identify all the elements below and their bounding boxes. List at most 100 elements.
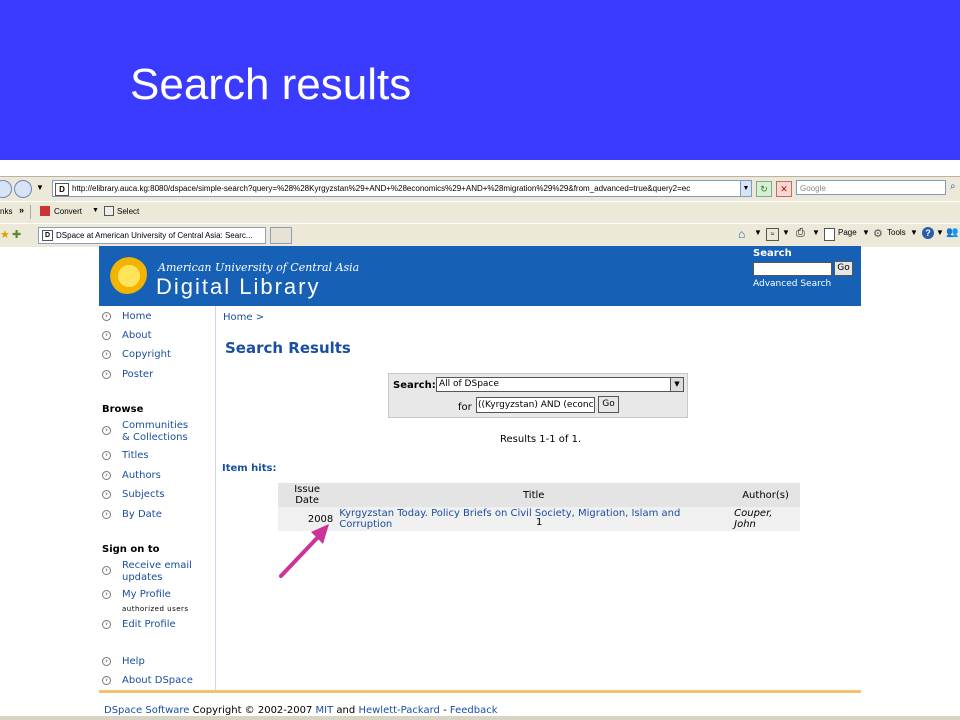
arrow-bullet-icon: ›	[102, 620, 111, 629]
convert-dropdown-icon[interactable]: ▼	[92, 207, 99, 214]
signon-heading: Sign on to	[102, 544, 160, 555]
toolbar-more-icon[interactable]: 👥	[946, 227, 958, 238]
sidebar-item-label: Help	[122, 656, 145, 667]
page-menu[interactable]: Page	[838, 228, 857, 237]
header-title: Digital Library	[156, 274, 321, 299]
page-dropdown-icon[interactable]: ▼	[862, 228, 870, 237]
back-icon[interactable]	[0, 180, 12, 198]
address-dropdown-icon[interactable]: ▼	[740, 180, 752, 197]
select-icon[interactable]	[104, 206, 114, 216]
query-input[interactable]: ((Kyrgyzstan) AND (econc	[476, 397, 595, 413]
sidebar-item-label: Edit Profile	[122, 619, 176, 630]
sidebar-item-label: About DSpace	[122, 675, 193, 686]
header-go-button[interactable]: Go	[834, 261, 853, 276]
links-more-icon[interactable]: »	[19, 205, 24, 215]
feeds-dropdown-icon[interactable]: ▼	[782, 228, 790, 237]
sidebar-item-label: My Profile	[122, 589, 171, 600]
item-hits-heading: Item hits:	[222, 463, 277, 474]
slide-header: Search results	[0, 0, 960, 160]
links-toolbar: nks » Convert ▼ Select	[0, 201, 960, 222]
tools-menu[interactable]: Tools	[887, 228, 906, 237]
hp-link[interactable]: Hewlett-Packard	[358, 705, 439, 716]
arrow-bullet-icon: ›	[102, 510, 111, 519]
annotation-arrow-icon	[279, 524, 329, 578]
history-dropdown-icon[interactable]: ▼	[36, 183, 44, 192]
sidebar-item-label: Communities	[122, 420, 189, 431]
footer-divider	[99, 690, 861, 693]
print-icon[interactable]: ⎙	[796, 227, 805, 240]
header-search-input[interactable]	[753, 262, 832, 276]
browse-heading: Browse	[102, 404, 144, 415]
arrow-bullet-icon: ›	[102, 426, 111, 435]
sidebar-nav: › Home › About › Copyright › Poster Brow…	[99, 306, 216, 690]
refresh-icon[interactable]: ↻	[756, 181, 772, 197]
breadcrumb[interactable]: Home >	[223, 312, 264, 323]
sidebar-item-label: Receive email	[122, 560, 192, 571]
home-icon[interactable]: ⌂	[738, 227, 745, 241]
author-link[interactable]: Couper, John	[731, 507, 800, 531]
search-form: Search: All of DSpace ▼ for ((Kyrgyzstan…	[388, 373, 688, 418]
arrow-bullet-icon: ›	[102, 370, 111, 379]
column-header-title[interactable]: Title	[336, 483, 732, 507]
mit-link[interactable]: MIT	[316, 705, 334, 716]
search-input[interactable]: Google	[796, 180, 946, 195]
sidebar-item-label: updates	[122, 572, 163, 583]
arrow-bullet-icon: ›	[102, 676, 111, 685]
favorites-star-icon[interactable]: ★	[0, 228, 10, 241]
address-bar[interactable]: Dhttp://elibrary.auca.kg:8080/dspace/sim…	[52, 180, 752, 197]
print-dropdown-icon[interactable]: ▼	[812, 228, 820, 237]
convert-icon[interactable]	[40, 206, 50, 216]
logo-icon[interactable]	[107, 254, 147, 294]
links-label[interactable]: nks	[0, 207, 12, 216]
column-header-issue-date[interactable]: Issue Date	[278, 483, 337, 507]
arrow-bullet-icon: ›	[102, 490, 111, 499]
new-tab-button[interactable]	[270, 227, 292, 244]
feedback-link[interactable]: Feedback	[450, 705, 498, 716]
convert-button[interactable]: Convert	[54, 207, 82, 216]
arrow-bullet-icon: ›	[102, 657, 111, 666]
go-button[interactable]: Go	[598, 396, 619, 413]
browser-tab[interactable]: D DSpace at American University of Centra…	[38, 227, 266, 244]
toolbar-divider	[30, 205, 31, 219]
title-link[interactable]: Kyrgyzstan Today. Policy Briefs on Civil…	[336, 507, 732, 531]
help-dropdown-icon[interactable]: ▼	[936, 228, 944, 237]
search-icon[interactable]: ⌕	[950, 181, 956, 192]
sidebar-item-label: Poster	[122, 369, 154, 380]
dspace-software-link[interactable]: DSpace Software	[104, 705, 189, 716]
arrow-bullet-icon: ›	[102, 471, 111, 480]
site-header: American University of Central Asia Digi…	[99, 246, 861, 306]
help-icon[interactable]: ?	[922, 227, 934, 239]
select-button[interactable]: Select	[117, 207, 139, 216]
status-bar	[0, 716, 960, 720]
header-search-label: Search	[753, 248, 792, 259]
home-dropdown-icon[interactable]: ▼	[754, 228, 762, 237]
sidebar-item-label: & Collections	[122, 432, 188, 443]
slide-title: Search results	[130, 60, 412, 109]
arrow-bullet-icon: ›	[102, 451, 111, 460]
search-scope-select[interactable]: All of DSpace ▼	[436, 377, 684, 392]
advanced-search-link[interactable]: Advanced Search	[753, 279, 831, 289]
header-subtitle: American University of Central Asia	[158, 261, 360, 274]
pagination[interactable]: 1	[536, 517, 542, 528]
feeds-icon[interactable]: ≈	[766, 228, 779, 241]
main-content: Home > Search Results Search: All of DSp…	[216, 306, 861, 690]
add-favorite-icon[interactable]: ✚	[12, 228, 21, 241]
forward-icon[interactable]	[14, 180, 32, 198]
results-count: Results 1-1 of 1.	[500, 434, 582, 445]
and-text: and	[336, 705, 356, 716]
tab-site-icon: D	[42, 230, 53, 242]
stop-icon[interactable]: ✕	[776, 181, 792, 197]
arrow-bullet-icon: ›	[102, 566, 111, 575]
tab-title: DSpace at American University of Central…	[56, 231, 253, 240]
authorized-users-note: authorized users	[122, 605, 189, 613]
chevron-down-icon[interactable]: ▼	[670, 378, 683, 391]
tabs-row: ★ ✚ D DSpace at American University of Ce…	[0, 223, 960, 248]
tools-icon[interactable]: ⚙	[873, 227, 883, 240]
page-icon[interactable]	[824, 228, 835, 241]
column-header-authors[interactable]: Author(s)	[731, 483, 800, 507]
site-icon: D	[55, 183, 69, 196]
arrow-bullet-icon: ›	[102, 590, 111, 599]
footer-dash: -	[443, 705, 447, 716]
sidebar-item-label: By Date	[122, 509, 162, 520]
tools-dropdown-icon[interactable]: ▼	[910, 228, 918, 237]
